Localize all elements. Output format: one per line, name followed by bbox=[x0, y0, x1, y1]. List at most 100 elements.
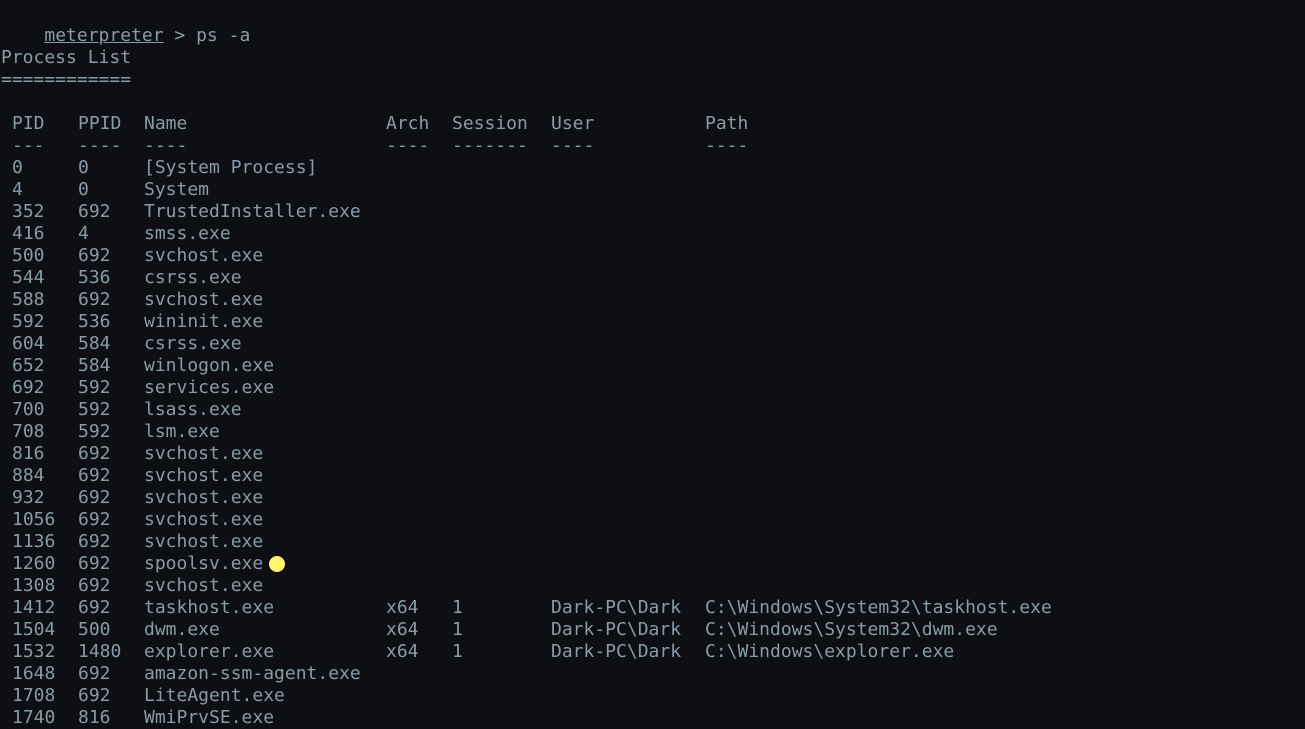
cell-name: wininit.exe bbox=[144, 311, 264, 332]
cell-path: C:\Windows\System32\taskhost.exe bbox=[705, 597, 1052, 618]
cell-ppid: 536 bbox=[78, 311, 111, 332]
cell-name: csrss.exe bbox=[144, 333, 242, 354]
table-row: 1532 1480 explorer.exe x64 1 Dark-PC\Dark C:\W… bbox=[0, 641, 1305, 663]
cell-ppid: 0 bbox=[78, 179, 89, 200]
cell-pid: 4 bbox=[12, 179, 23, 200]
cell-pid: 1260 bbox=[12, 553, 56, 574]
cell-ppid: 592 bbox=[78, 399, 111, 420]
command-text: ps -a bbox=[196, 25, 251, 46]
cell-pid: 1648 bbox=[12, 663, 56, 684]
cell-name: taskhost.exe bbox=[144, 597, 275, 618]
cell-name: svchost.exe bbox=[144, 509, 264, 530]
cell-pid: 1504 bbox=[12, 619, 56, 640]
cell-pid: 884 bbox=[12, 465, 45, 486]
header-user: User bbox=[551, 113, 595, 134]
header-session: Session bbox=[452, 113, 528, 134]
cell-pid: 544 bbox=[12, 267, 45, 288]
cell-ppid: 692 bbox=[78, 685, 111, 706]
cell-ppid: 692 bbox=[78, 597, 111, 618]
cell-ppid: 592 bbox=[78, 421, 111, 442]
cell-pid: 1412 bbox=[12, 597, 56, 618]
cell-pid: 416 bbox=[12, 223, 45, 244]
table-row: 0 0 [System Process] bbox=[0, 157, 1305, 179]
cell-pid: 1532 bbox=[12, 641, 56, 662]
table-row: 416 4 smss.exe bbox=[0, 223, 1305, 245]
table-header: PID PPID Name Arch Session User Path bbox=[0, 113, 1305, 135]
cell-ppid: 1480 bbox=[78, 641, 122, 662]
cell-pid: 1740 bbox=[12, 707, 56, 728]
mouse-cursor-indicator bbox=[269, 556, 285, 572]
cell-arch: x64 bbox=[386, 597, 419, 618]
table-row: 1136 692 svchost.exe bbox=[0, 531, 1305, 553]
cell-ppid: 500 bbox=[78, 619, 111, 640]
table-row: 1740 816 WmiPrvSE.exe bbox=[0, 707, 1305, 729]
cell-pid: 700 bbox=[12, 399, 45, 420]
cell-name: svchost.exe bbox=[144, 443, 264, 464]
cell-name: svchost.exe bbox=[144, 245, 264, 266]
cell-pid: 932 bbox=[12, 487, 45, 508]
divider-session: ------- bbox=[452, 135, 528, 156]
divider-name: ---- bbox=[144, 135, 188, 156]
table-row: 500 692 svchost.exe bbox=[0, 245, 1305, 267]
cell-pid: 708 bbox=[12, 421, 45, 442]
cell-ppid: 692 bbox=[78, 443, 111, 464]
cell-ppid: 692 bbox=[78, 509, 111, 530]
cell-path: C:\Windows\System32\dwm.exe bbox=[705, 619, 998, 640]
terminal-window[interactable]: meterpreter > ps -a Process List =======… bbox=[0, 0, 1305, 728]
cell-name: svchost.exe bbox=[144, 487, 264, 508]
prompt-name: meterpreter bbox=[44, 25, 164, 46]
cell-path: C:\Windows\explorer.exe bbox=[705, 641, 955, 662]
cell-name: lsm.exe bbox=[144, 421, 220, 442]
cell-user: Dark-PC\Dark bbox=[551, 597, 682, 618]
cell-user: Dark-PC\Dark bbox=[551, 619, 682, 640]
table-row: 1708 692 LiteAgent.exe bbox=[0, 685, 1305, 707]
cell-name: LiteAgent.exe bbox=[144, 685, 285, 706]
cell-session: 1 bbox=[452, 597, 463, 618]
cell-pid: 352 bbox=[12, 201, 45, 222]
table-row: 884 692 svchost.exe bbox=[0, 465, 1305, 487]
section-title-rule: ============ bbox=[1, 69, 132, 90]
section-title: Process List bbox=[1, 47, 132, 68]
table-row: 1648 692 amazon-ssm-agent.exe bbox=[0, 663, 1305, 685]
header-name: Name bbox=[144, 113, 188, 134]
cell-ppid: 584 bbox=[78, 333, 111, 354]
cell-ppid: 0 bbox=[78, 157, 89, 178]
cell-pid: 1136 bbox=[12, 531, 56, 552]
cell-name: smss.exe bbox=[144, 223, 231, 244]
cell-ppid: 692 bbox=[78, 201, 111, 222]
cell-pid: 0 bbox=[12, 157, 23, 178]
cell-name: csrss.exe bbox=[144, 267, 242, 288]
table-row: 544 536 csrss.exe bbox=[0, 267, 1305, 289]
cell-arch: x64 bbox=[386, 641, 419, 662]
cell-ppid: 584 bbox=[78, 355, 111, 376]
table-row: 708 592 lsm.exe bbox=[0, 421, 1305, 443]
cell-pid: 604 bbox=[12, 333, 45, 354]
table-row: 1412 692 taskhost.exe x64 1 Dark-PC\Dark C:\Wi… bbox=[0, 597, 1305, 619]
cell-name: winlogon.exe bbox=[144, 355, 275, 376]
cell-ppid: 692 bbox=[78, 531, 111, 552]
cell-ppid: 692 bbox=[78, 487, 111, 508]
cell-ppid: 816 bbox=[78, 707, 111, 728]
table-row: 604 584 csrss.exe bbox=[0, 333, 1305, 355]
cell-ppid: 692 bbox=[78, 553, 111, 574]
cell-name: svchost.exe bbox=[144, 465, 264, 486]
table-row: 692 592 services.exe bbox=[0, 377, 1305, 399]
header-ppid: PPID bbox=[78, 113, 122, 134]
cell-session: 1 bbox=[452, 641, 463, 662]
cell-ppid: 592 bbox=[78, 377, 111, 398]
cell-pid: 652 bbox=[12, 355, 45, 376]
divider-ppid: ---- bbox=[78, 135, 122, 156]
cell-session: 1 bbox=[452, 619, 463, 640]
cell-ppid: 536 bbox=[78, 267, 111, 288]
cell-name: services.exe bbox=[144, 377, 275, 398]
cell-arch: x64 bbox=[386, 619, 419, 640]
cell-pid: 1056 bbox=[12, 509, 56, 530]
table-row: 1504 500 dwm.exe x64 1 Dark-PC\Dark C:\Windows… bbox=[0, 619, 1305, 641]
cell-pid: 592 bbox=[12, 311, 45, 332]
cell-name: svchost.exe bbox=[144, 289, 264, 310]
cell-name: [System Process] bbox=[144, 157, 318, 178]
table-row: 352 692 TrustedInstaller.exe bbox=[0, 201, 1305, 223]
table-divider: --- ---- ---- ---- ------- ---- ---- bbox=[0, 135, 1305, 157]
table-row: 652 584 winlogon.exe bbox=[0, 355, 1305, 377]
header-pid: PID bbox=[12, 113, 45, 134]
